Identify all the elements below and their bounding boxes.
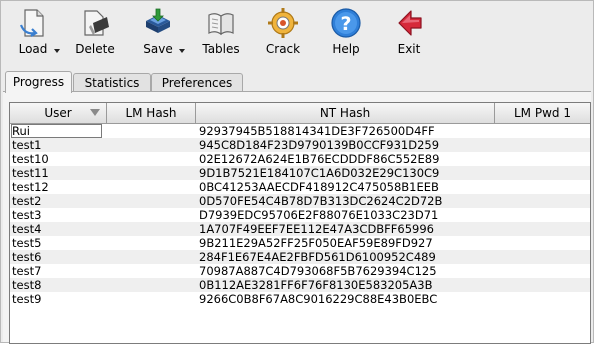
table-row[interactable]: test7 70987A887C4D793068F5B7629394C125 <box>10 264 590 278</box>
progress-pane: User LM Hash NT Hash LM Pwd 1 Rui 9293794… <box>3 91 591 344</box>
load-button[interactable]: Load <box>5 5 61 63</box>
nt-hash-cell: 9266C0B8F67A8C9016229C88E43B0EBC <box>199 292 438 306</box>
delete-label: Delete <box>75 42 115 56</box>
table-row[interactable]: test8 0B112AE3281FF6F76F8130E583205A3B <box>10 278 590 292</box>
user-cell: test4 <box>12 222 42 236</box>
table-row[interactable]: test12 0BC41253AAECDF418912C475058B1EEB <box>10 180 590 194</box>
app-window: Load Delete Save Tables Crack ? Help Exi… <box>0 0 594 344</box>
tab-bar: Progress Statistics Preferences <box>1 71 593 93</box>
table-row[interactable]: test3 D7939EDC95706E2F88076E1033C23D71 <box>10 208 590 222</box>
table-row[interactable]: test6 284F1E67E4AE2FBFD561D6100952C489 <box>10 250 590 264</box>
help-button[interactable]: ? Help <box>318 5 374 63</box>
delete-button[interactable]: Delete <box>67 5 123 63</box>
exit-label: Exit <box>397 42 421 56</box>
table-row[interactable]: test11 9D1B7521E184107C1A6D032E29C130C9 <box>10 166 590 180</box>
user-cell: Rui <box>11 124 102 138</box>
nt-hash-cell: 1A707F49EEF7EE112E47A3CDBFF65996 <box>199 222 434 236</box>
table-row[interactable]: test10 02E12672A624E1B76ECDDDF86C552E89 <box>10 152 590 166</box>
tables-icon <box>205 7 237 39</box>
table-body: Rui 92937945B518814341DE3F726500D4FF test1… <box>10 124 590 306</box>
column-header-lm-hash-label: LM Hash <box>125 106 177 120</box>
column-header-lm-pwd-1-label: LM Pwd 1 <box>514 106 571 120</box>
column-header-nt-hash[interactable]: NT Hash <box>196 103 495 123</box>
user-cell: test1 <box>12 138 42 152</box>
exit-icon <box>393 7 425 39</box>
table-header: User LM Hash NT Hash LM Pwd 1 <box>10 103 590 124</box>
nt-hash-cell: 284F1E67E4AE2FBFD561D6100952C489 <box>199 250 436 264</box>
save-dropdown-arrow-icon[interactable] <box>179 49 185 53</box>
nt-hash-cell: 0D570FE54C4B78D7B313DC2624C2D72B <box>199 194 443 208</box>
user-cell: test2 <box>12 194 42 208</box>
nt-hash-cell: 9D1B7521E184107C1A6D032E29C130C9 <box>199 166 440 180</box>
save-label: Save <box>143 42 173 56</box>
column-header-lm-hash[interactable]: LM Hash <box>107 103 196 123</box>
crack-icon <box>267 7 299 39</box>
delete-icon <box>79 7 111 39</box>
column-header-user-label: User <box>44 106 72 120</box>
save-button[interactable]: Save <box>130 5 186 63</box>
table-row[interactable]: Rui 92937945B518814341DE3F726500D4FF <box>10 124 590 138</box>
nt-hash-cell: 0B112AE3281FF6F76F8130E583205A3B <box>199 278 433 292</box>
tab-statistics[interactable]: Statistics <box>73 73 151 92</box>
load-icon <box>17 7 49 39</box>
tab-progress-label: Progress <box>12 75 65 89</box>
tables-label: Tables <box>202 42 240 56</box>
user-cell: test9 <box>12 292 42 306</box>
nt-hash-cell: 02E12672A624E1B76ECDDDF86C552E89 <box>199 152 440 166</box>
table-row[interactable]: test9 9266C0B8F67A8C9016229C88E43B0EBC <box>10 292 590 306</box>
tab-preferences-label: Preferences <box>161 76 233 90</box>
table-row[interactable]: test4 1A707F49EEF7EE112E47A3CDBFF65996 <box>10 222 590 236</box>
user-cell: test3 <box>12 208 42 222</box>
user-cell: test11 <box>12 166 49 180</box>
load-dropdown-arrow-icon[interactable] <box>54 49 60 53</box>
nt-hash-cell: 92937945B518814341DE3F726500D4FF <box>199 124 435 138</box>
user-cell: test5 <box>12 236 42 250</box>
user-cell: test7 <box>12 264 42 278</box>
exit-button[interactable]: Exit <box>381 5 437 63</box>
toolbar: Load Delete Save Tables Crack ? Help Exi… <box>1 1 593 67</box>
crack-label: Crack <box>265 42 301 56</box>
load-label: Load <box>18 42 48 56</box>
user-cell: test12 <box>12 180 49 194</box>
nt-hash-cell: 70987A887C4D793068F5B7629394C125 <box>199 264 437 278</box>
nt-hash-cell: 9B211E29A52FF25F050EAF59E89FD927 <box>199 236 433 250</box>
tab-progress[interactable]: Progress <box>5 71 72 93</box>
svg-text:?: ? <box>340 13 351 35</box>
tables-button[interactable]: Tables <box>193 5 249 63</box>
user-cell: test6 <box>12 250 42 264</box>
help-icon: ? <box>330 7 362 39</box>
help-label: Help <box>332 42 360 56</box>
crack-button[interactable]: Crack <box>255 5 311 63</box>
sort-down-icon <box>90 109 100 116</box>
hash-table[interactable]: User LM Hash NT Hash LM Pwd 1 Rui 9293794… <box>9 102 591 344</box>
user-cell: test8 <box>12 278 42 292</box>
table-row[interactable]: test5 9B211E29A52FF25F050EAF59E89FD927 <box>10 236 590 250</box>
tab-statistics-label: Statistics <box>84 76 140 90</box>
column-header-nt-hash-label: NT Hash <box>319 106 371 120</box>
table-row[interactable]: test2 0D570FE54C4B78D7B313DC2624C2D72B <box>10 194 590 208</box>
tab-preferences[interactable]: Preferences <box>151 73 243 92</box>
nt-hash-cell: 0BC41253AAECDF418912C475058B1EEB <box>199 180 439 194</box>
nt-hash-cell: D7939EDC95706E2F88076E1033C23D71 <box>199 208 439 222</box>
table-row[interactable]: test1 945C8D184F23D9790139B0CCF931D259 <box>10 138 590 152</box>
column-header-lm-pwd-1[interactable]: LM Pwd 1 <box>495 103 590 123</box>
nt-hash-cell: 945C8D184F23D9790139B0CCF931D259 <box>199 138 440 152</box>
column-header-user[interactable]: User <box>10 103 107 123</box>
user-cell: test10 <box>12 152 49 166</box>
save-icon <box>142 7 174 39</box>
